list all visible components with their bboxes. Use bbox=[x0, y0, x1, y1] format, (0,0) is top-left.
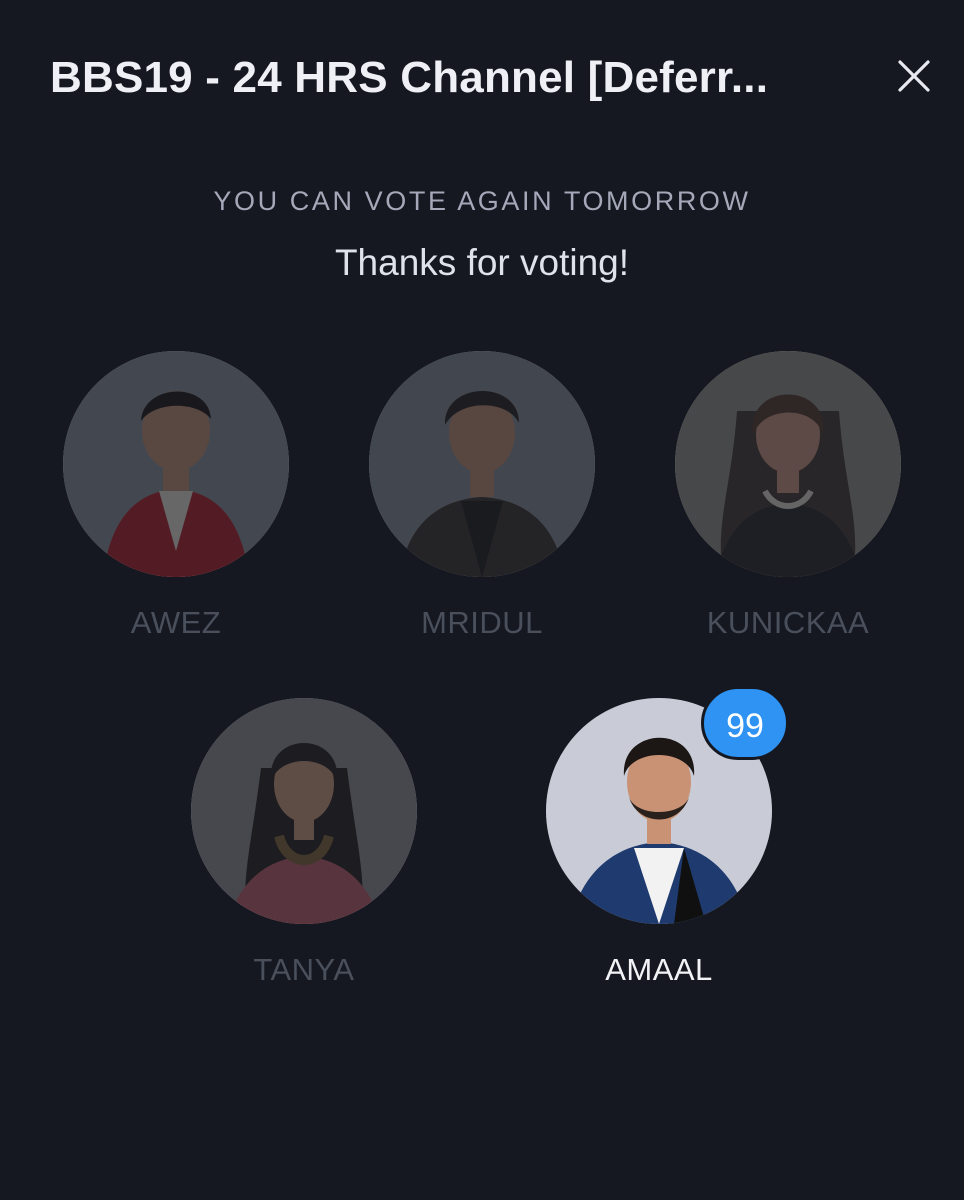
thanks-message: Thanks for voting! bbox=[334, 242, 630, 283]
candidate-tanya[interactable]: TANYA bbox=[184, 698, 424, 988]
vote-again-notice: YOU CAN VOTE AGAIN TOMORROW bbox=[213, 186, 751, 216]
candidate-kunickaa[interactable]: KUNICKAA bbox=[668, 351, 908, 641]
avatar bbox=[675, 351, 901, 577]
page-title: BBS19 - 24 HRS Channel [Deferr... bbox=[50, 53, 769, 102]
vote-count-badge: 99 bbox=[701, 686, 789, 760]
candidate-name: TANYA bbox=[253, 952, 355, 987]
candidate-amaal[interactable]: 99 AMAAL bbox=[539, 686, 789, 988]
close-icon bbox=[898, 60, 930, 92]
vote-screen: BBS19 - 24 HRS Channel [Deferr... YOU CA… bbox=[0, 0, 964, 1200]
candidate-awez[interactable]: AWEZ bbox=[56, 351, 296, 641]
candidate-name: MRIDUL bbox=[421, 605, 543, 640]
avatar bbox=[63, 351, 289, 577]
avatar bbox=[369, 351, 595, 577]
avatar bbox=[191, 698, 417, 924]
candidate-name: AMAAL bbox=[605, 952, 713, 987]
close-button[interactable] bbox=[890, 54, 938, 102]
candidate-name: KUNICKAA bbox=[706, 605, 870, 640]
candidate-mridul[interactable]: MRIDUL bbox=[362, 351, 602, 641]
candidate-name: AWEZ bbox=[130, 605, 222, 640]
